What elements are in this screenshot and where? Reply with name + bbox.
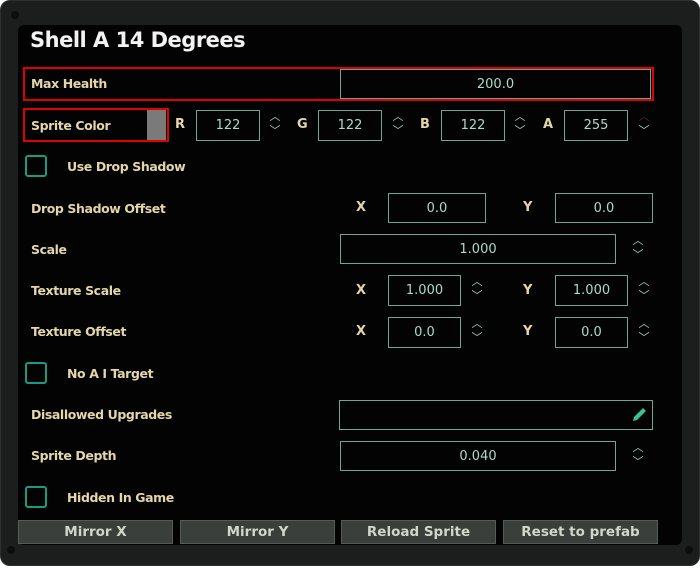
- texture-offset-x-stepper[interactable]: ︿ ﹀: [469, 317, 485, 349]
- drop-shadow-x-input[interactable]: 0.0: [388, 193, 486, 223]
- y-label: Y: [523, 324, 533, 339]
- y-label: Y: [523, 200, 533, 215]
- chevron-up-icon[interactable]: ︿: [630, 234, 646, 248]
- reload-sprite-button[interactable]: Reload Sprite: [341, 520, 496, 544]
- r-input[interactable]: 122: [196, 110, 260, 141]
- scale-input[interactable]: 1.000: [340, 234, 616, 264]
- scale-label: Scale: [31, 242, 67, 257]
- texture-offset-y-input[interactable]: 0.0: [555, 317, 628, 348]
- r-label: R: [175, 117, 186, 132]
- color-swatch[interactable]: [147, 110, 166, 140]
- x-label: X: [356, 283, 367, 298]
- screw-icon: [11, 11, 19, 19]
- chevron-down-icon[interactable]: ﹀: [469, 289, 485, 303]
- chevron-up-icon[interactable]: ︿: [636, 110, 652, 124]
- b-label: B: [420, 117, 430, 132]
- use-drop-shadow-checkbox[interactable]: [25, 155, 47, 177]
- chevron-down-icon[interactable]: ﹀: [636, 331, 652, 345]
- g-label: G: [297, 117, 308, 132]
- mirror-x-button[interactable]: Mirror X: [18, 520, 173, 544]
- chevron-up-icon[interactable]: ︿: [512, 110, 528, 124]
- max-health-input[interactable]: 200.0: [340, 69, 651, 99]
- g-stepper[interactable]: ︿ ﹀: [390, 110, 406, 142]
- g-input[interactable]: 122: [318, 110, 382, 141]
- a-stepper[interactable]: ︿ ﹀: [636, 110, 652, 142]
- texture-offset-x-input[interactable]: 0.0: [388, 317, 461, 348]
- x-label: X: [356, 200, 367, 215]
- r-stepper[interactable]: ︿ ﹀: [267, 110, 283, 142]
- screw-icon: [685, 546, 693, 554]
- screw-icon: [7, 546, 15, 554]
- mirror-y-button[interactable]: Mirror Y: [180, 520, 335, 544]
- a-input[interactable]: 255: [564, 110, 628, 141]
- chevron-up-icon[interactable]: ︿: [469, 275, 485, 289]
- page-title: Shell A 14 Degrees: [30, 28, 246, 52]
- max-health-label: Max Health: [31, 76, 107, 91]
- hidden-in-game-checkbox[interactable]: [25, 486, 47, 508]
- sprite-depth-stepper[interactable]: ︿ ﹀: [630, 441, 646, 473]
- texture-scale-y-stepper[interactable]: ︿ ﹀: [636, 275, 652, 307]
- chevron-up-icon[interactable]: ︿: [630, 441, 646, 455]
- chevron-up-icon[interactable]: ︿: [267, 110, 283, 124]
- texture-offset-label: Texture Offset: [31, 324, 127, 339]
- use-drop-shadow-label: Use Drop Shadow: [67, 159, 186, 174]
- chevron-down-icon[interactable]: ﹀: [390, 124, 406, 138]
- disallowed-upgrades-input[interactable]: [339, 400, 653, 430]
- chevron-up-icon[interactable]: ︿: [390, 110, 406, 124]
- chevron-down-icon[interactable]: ﹀: [630, 248, 646, 262]
- chevron-down-icon[interactable]: ﹀: [512, 124, 528, 138]
- texture-scale-y-input[interactable]: 1.000: [555, 275, 628, 306]
- chevron-up-icon[interactable]: ︿: [636, 275, 652, 289]
- texture-scale-x-input[interactable]: 1.000: [388, 275, 461, 306]
- chevron-down-icon[interactable]: ﹀: [636, 289, 652, 303]
- no-ai-target-label: No A I Target: [67, 366, 154, 381]
- scale-stepper[interactable]: ︿ ﹀: [630, 234, 646, 266]
- sprite-color-label: Sprite Color: [31, 118, 111, 133]
- hidden-in-game-label: Hidden In Game: [67, 490, 174, 505]
- disallowed-upgrades-label: Disallowed Upgrades: [31, 407, 172, 422]
- b-stepper[interactable]: ︿ ﹀: [512, 110, 528, 142]
- drop-shadow-y-input[interactable]: 0.0: [555, 193, 653, 223]
- reset-to-prefab-button[interactable]: Reset to prefab: [503, 520, 658, 544]
- sprite-depth-label: Sprite Depth: [31, 448, 117, 463]
- texture-scale-label: Texture Scale: [31, 283, 121, 298]
- chevron-up-icon[interactable]: ︿: [469, 317, 485, 331]
- chevron-down-icon[interactable]: ﹀: [636, 124, 652, 138]
- chevron-down-icon[interactable]: ﹀: [469, 331, 485, 345]
- pencil-icon[interactable]: [630, 406, 648, 424]
- texture-scale-x-stepper[interactable]: ︿ ﹀: [469, 275, 485, 307]
- chevron-down-icon[interactable]: ﹀: [267, 124, 283, 138]
- b-input[interactable]: 122: [441, 110, 505, 141]
- chevron-down-icon[interactable]: ﹀: [630, 455, 646, 469]
- texture-offset-y-stepper[interactable]: ︿ ﹀: [636, 317, 652, 349]
- sprite-depth-input[interactable]: 0.040: [340, 441, 616, 471]
- drop-shadow-offset-label: Drop Shadow Offset: [31, 201, 166, 216]
- x-label: X: [356, 324, 367, 339]
- chevron-up-icon[interactable]: ︿: [636, 317, 652, 331]
- no-ai-target-checkbox[interactable]: [25, 362, 47, 384]
- y-label: Y: [523, 283, 533, 298]
- a-label: A: [543, 117, 554, 132]
